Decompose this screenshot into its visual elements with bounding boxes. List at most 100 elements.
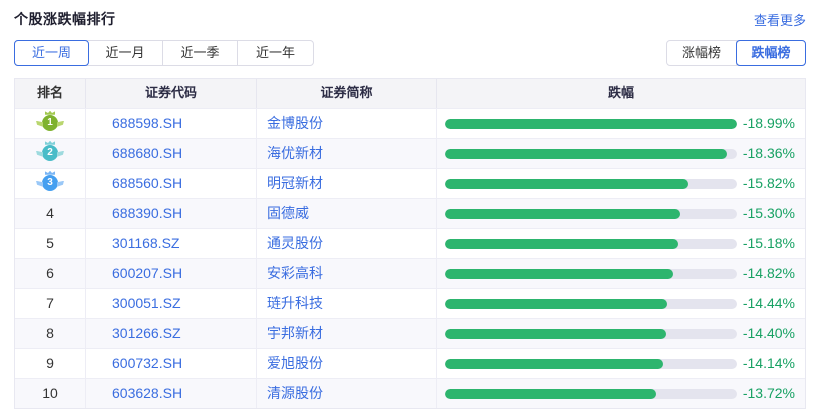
wing-left-icon: [36, 151, 43, 157]
column-header-rank: 排名: [15, 79, 86, 108]
wing-right-icon: [57, 181, 64, 187]
stock-code-link[interactable]: 600732.SH: [86, 349, 257, 378]
stock-code-link[interactable]: 603628.SH: [86, 379, 257, 408]
table-row: 8 301266.SZ 宇邦新材 -14.40%: [15, 318, 805, 348]
change-percent: -18.99%: [743, 109, 795, 138]
rank-1-medal: 1: [42, 115, 58, 131]
tab-recent-week[interactable]: 近一周: [14, 40, 89, 66]
change-bar-track: [445, 329, 737, 339]
stock-code-link[interactable]: 600207.SH: [86, 259, 257, 288]
table-row: 5 301168.SZ 通灵股份 -15.18%: [15, 228, 805, 258]
panel-header: 个股涨跌幅排行 查看更多: [14, 0, 806, 29]
table-row: 10 603628.SH 清源股份 -13.72%: [15, 378, 805, 408]
tab-recent-month[interactable]: 近一月: [88, 41, 163, 65]
stock-code-link[interactable]: 301168.SZ: [86, 229, 257, 258]
change-bar-track: [445, 389, 737, 399]
stock-name-link[interactable]: 宇邦新材: [257, 319, 437, 348]
column-header-change: 跌幅: [437, 79, 805, 108]
tab-recent-quarter[interactable]: 近一季: [163, 41, 238, 65]
stock-code-link[interactable]: 301266.SZ: [86, 319, 257, 348]
change-percent: -13.72%: [743, 379, 795, 408]
rank-number: 9: [15, 349, 86, 378]
ranking-table: 排名 证券代码 证券简称 跌幅 1 688598.SH 金博股份: [14, 78, 806, 409]
stock-name-link[interactable]: 清源股份: [257, 379, 437, 408]
table-header-row: 排名 证券代码 证券简称 跌幅: [15, 79, 805, 108]
change-percent: -14.44%: [743, 289, 795, 318]
stock-name-link[interactable]: 琏升科技: [257, 289, 437, 318]
stock-name-link[interactable]: 金博股份: [257, 109, 437, 138]
change-bar-fill: [445, 269, 673, 279]
rank-number: 4: [15, 199, 86, 228]
rank-number: 3: [47, 177, 53, 188]
change-percent: -15.18%: [743, 229, 795, 258]
change-bar-fill: [445, 149, 727, 159]
change-bar-fill: [445, 179, 688, 189]
table-body: 1 688598.SH 金博股份 -18.99% 2: [15, 108, 805, 408]
change-percent: -14.40%: [743, 319, 795, 348]
wing-right-icon: [57, 151, 64, 157]
stock-name-link[interactable]: 通灵股份: [257, 229, 437, 258]
rank-number: 6: [15, 259, 86, 288]
tab-recent-year[interactable]: 近一年: [238, 41, 313, 65]
wing-left-icon: [36, 181, 43, 187]
crown-icon: [45, 111, 55, 115]
change-bar-fill: [445, 359, 663, 369]
change-bar-fill: [445, 299, 667, 309]
stock-code-link[interactable]: 688680.SH: [86, 139, 257, 168]
rank-number: 5: [15, 229, 86, 258]
change-bar-track: [445, 239, 737, 249]
stock-code-link[interactable]: 688390.SH: [86, 199, 257, 228]
table-row: 7 300051.SZ 琏升科技 -14.44%: [15, 288, 805, 318]
stock-name-link[interactable]: 海优新材: [257, 139, 437, 168]
tab-losers-board[interactable]: 跌幅榜: [736, 40, 806, 66]
change-bar-track: [445, 269, 737, 279]
stock-name-link[interactable]: 爱旭股份: [257, 349, 437, 378]
change-percent: -18.36%: [743, 139, 795, 168]
table-row: 6 600207.SH 安彩高科 -14.82%: [15, 258, 805, 288]
change-bar-fill: [445, 209, 680, 219]
change-bar-track: [445, 209, 737, 219]
rank-number: 8: [15, 319, 86, 348]
change-bar-fill: [445, 329, 666, 339]
stock-code-link[interactable]: 688560.SH: [86, 169, 257, 198]
rank-3-medal: 3: [42, 175, 58, 191]
column-header-name: 证券简称: [257, 79, 437, 108]
board-toggle-group: 涨幅榜 跌幅榜: [666, 40, 806, 66]
toolbar: 近一周 近一月 近一季 近一年 涨幅榜 跌幅榜: [14, 40, 806, 66]
change-bar-fill: [445, 119, 737, 129]
change-percent: -15.82%: [743, 169, 795, 198]
rank-number: 10: [15, 379, 86, 408]
change-percent: -15.30%: [743, 199, 795, 228]
rank-2-medal: 2: [42, 145, 58, 161]
change-bar-track: [445, 179, 737, 189]
stock-name-link[interactable]: 明冠新材: [257, 169, 437, 198]
column-header-code: 证券代码: [86, 79, 257, 108]
crown-icon: [45, 141, 55, 145]
crown-icon: [45, 171, 55, 175]
change-percent: -14.14%: [743, 349, 795, 378]
table-row: 4 688390.SH 固德威 -15.30%: [15, 198, 805, 228]
change-bar-track: [445, 299, 737, 309]
view-more-link[interactable]: 查看更多: [754, 10, 806, 29]
change-bar-fill: [445, 239, 678, 249]
stock-ranking-panel: 个股涨跌幅排行 查看更多 近一周 近一月 近一季 近一年 涨幅榜 跌幅榜 排名 …: [0, 0, 820, 413]
period-tab-group: 近一周 近一月 近一季 近一年: [14, 40, 314, 66]
change-bar-fill: [445, 389, 656, 399]
change-bar-track: [445, 149, 737, 159]
stock-code-link[interactable]: 688598.SH: [86, 109, 257, 138]
page-title: 个股涨跌幅排行: [14, 9, 116, 29]
change-bar-track: [445, 359, 737, 369]
wing-right-icon: [57, 121, 64, 127]
wing-left-icon: [36, 121, 43, 127]
change-percent: -14.82%: [743, 259, 795, 288]
stock-name-link[interactable]: 安彩高科: [257, 259, 437, 288]
stock-code-link[interactable]: 300051.SZ: [86, 289, 257, 318]
table-row: 1 688598.SH 金博股份 -18.99%: [15, 108, 805, 138]
stock-name-link[interactable]: 固德威: [257, 199, 437, 228]
table-row: 2 688680.SH 海优新材 -18.36%: [15, 138, 805, 168]
change-bar-track: [445, 119, 737, 129]
table-row: 9 600732.SH 爱旭股份 -14.14%: [15, 348, 805, 378]
table-row: 3 688560.SH 明冠新材 -15.82%: [15, 168, 805, 198]
rank-number: 2: [47, 147, 53, 158]
tab-gainers-board[interactable]: 涨幅榜: [667, 41, 737, 65]
